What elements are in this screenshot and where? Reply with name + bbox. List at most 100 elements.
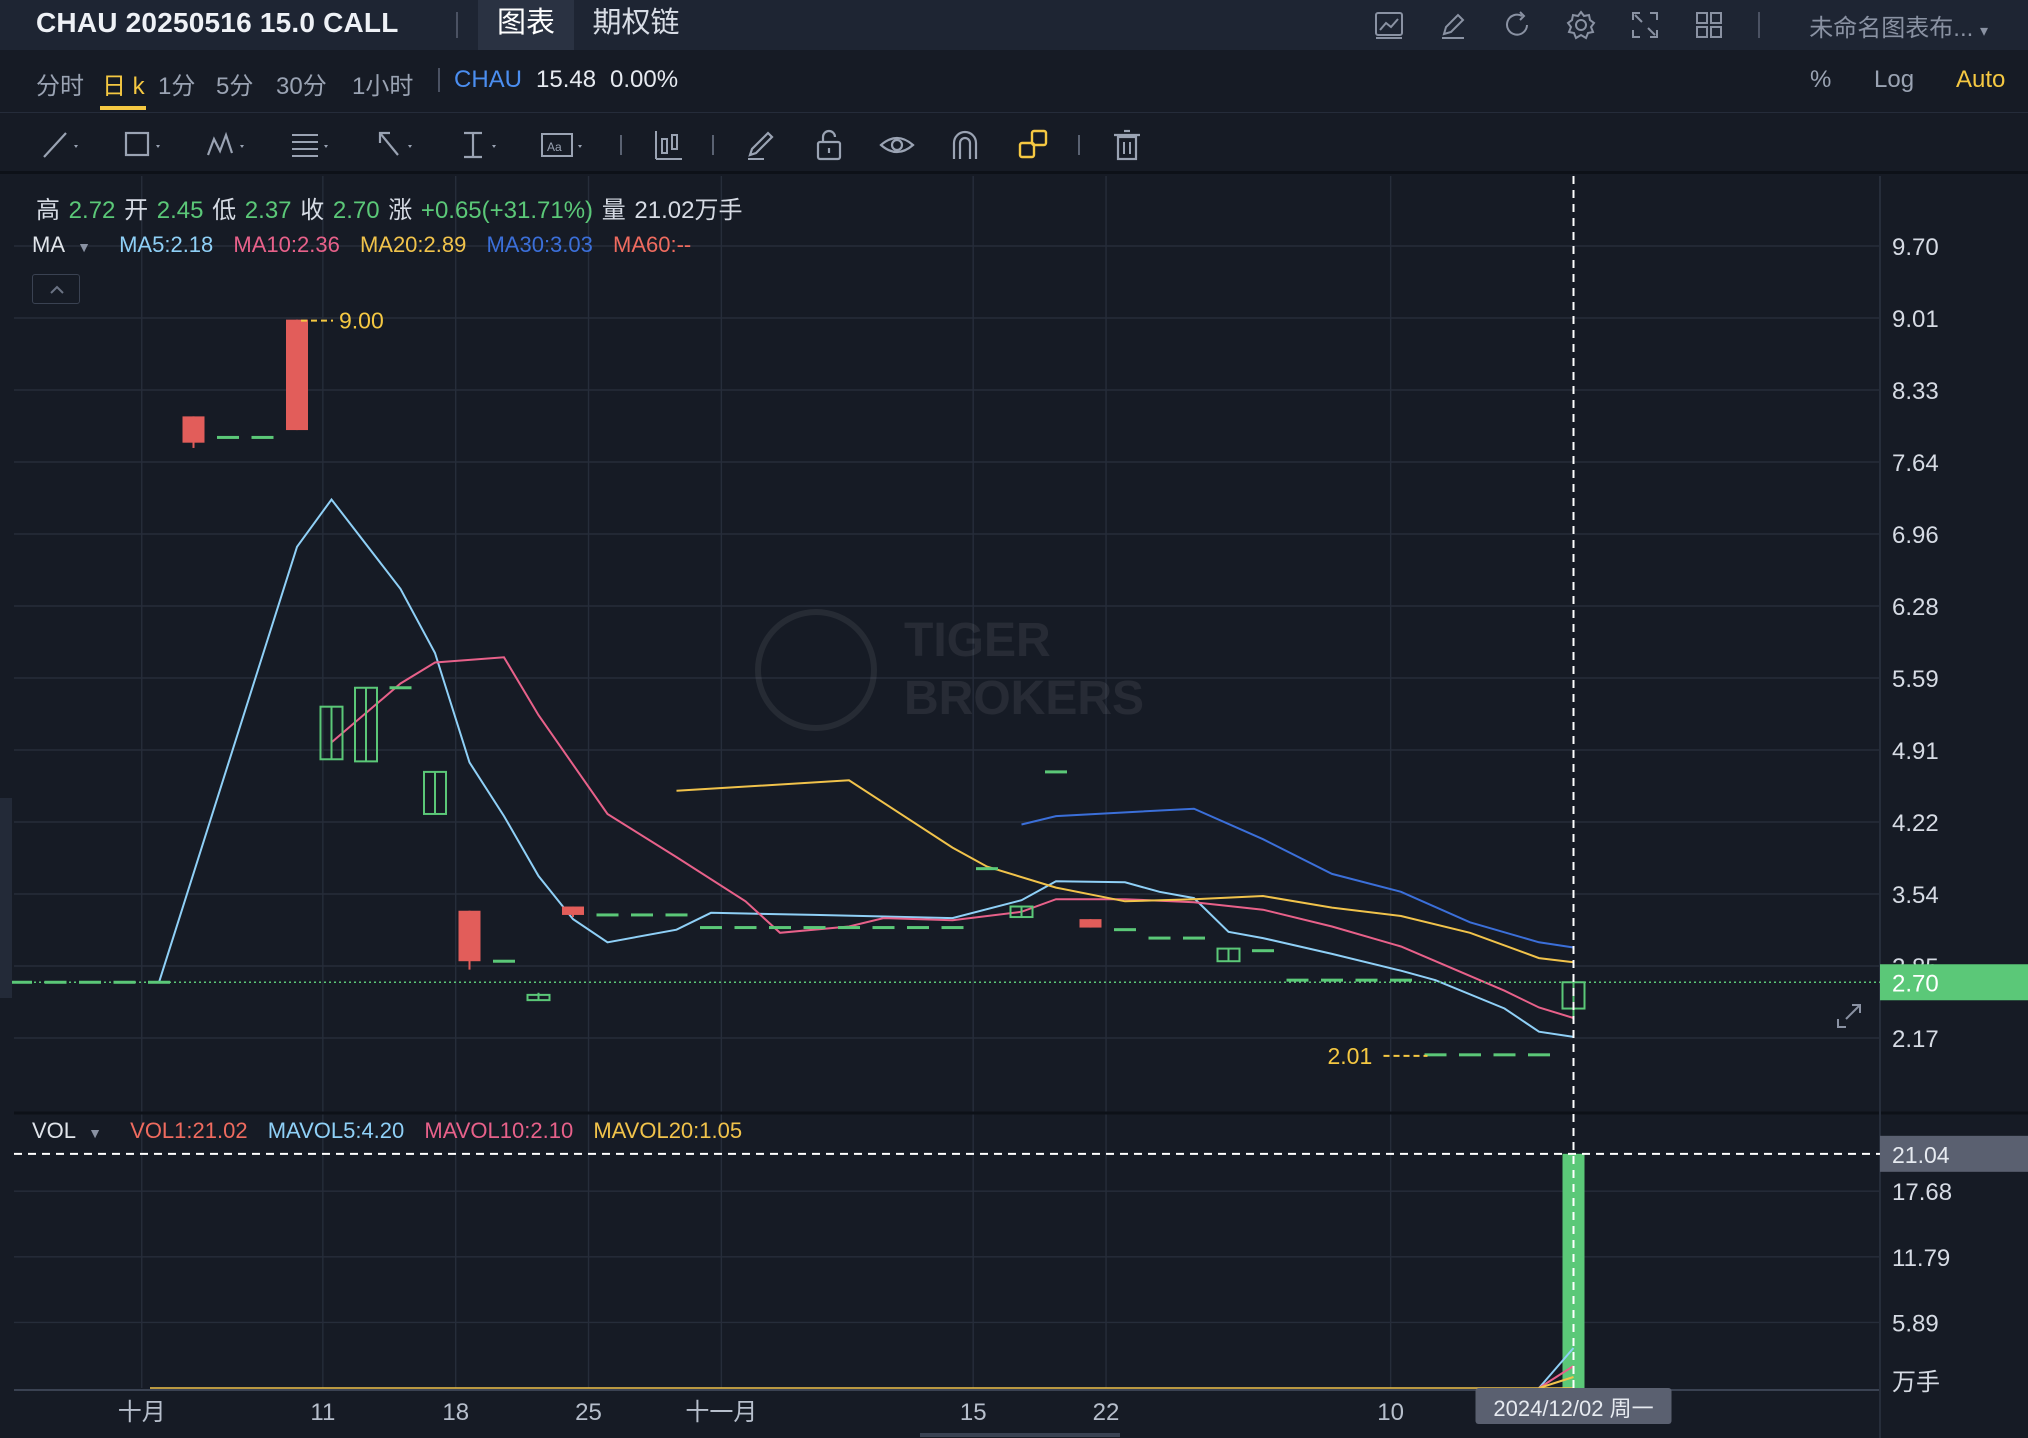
watermark-text: BROKERS <box>904 672 1144 725</box>
candle-body <box>1183 936 1205 940</box>
measure-icon[interactable] <box>456 125 500 165</box>
fullscreen-icon[interactable] <box>1628 8 1662 42</box>
candle-body <box>1252 949 1274 953</box>
ma20-line <box>676 779 1574 964</box>
lock-icon[interactable] <box>808 125 852 165</box>
eye-icon[interactable] <box>876 125 920 165</box>
candle-body <box>734 926 757 930</box>
pencil-icon[interactable] <box>1436 8 1470 42</box>
candle-body <box>1390 978 1412 982</box>
low-label: 低 <box>212 197 237 224</box>
ma-indicator-name[interactable]: MA <box>32 232 65 257</box>
compare-change: 0.00% <box>610 66 679 93</box>
change-value: +0.65(+31.71%) <box>420 197 594 224</box>
open-value: 2.45 <box>156 197 204 224</box>
candle-body <box>217 435 239 439</box>
volume-axis-label: 5.89 <box>1892 1310 1939 1337</box>
volume-legend[interactable]: VOL ▼ VOL1:21.02 MAVOL5:4.20 MAVOL10:2.1… <box>32 1118 742 1144</box>
drawing-toolbar: Aa <box>0 112 2028 174</box>
arrow-icon[interactable] <box>372 125 416 165</box>
candle-body <box>286 319 308 431</box>
crosshair-date-label: 2024/12/02 周一 <box>1493 1396 1653 1421</box>
candle-body <box>251 435 274 439</box>
period-daily[interactable]: 日 k <box>102 66 145 101</box>
log-scale-toggle[interactable]: Log <box>1874 66 1914 94</box>
volume-axis-label: 17.68 <box>1892 1179 1952 1206</box>
layout-name-dropdown[interactable]: 未命名图表布... ▾ <box>1809 8 1988 43</box>
gear-icon[interactable] <box>1564 8 1598 42</box>
layout-name: 未命名图表布... <box>1809 15 1974 42</box>
refresh-icon[interactable] <box>1500 8 1534 42</box>
price-axis-label: 2.17 <box>1892 1026 1939 1053</box>
current-price-label: 2.70 <box>1892 970 1939 997</box>
toolbar-divider <box>1078 135 1080 155</box>
vol-indicator-name[interactable]: VOL <box>32 1118 76 1143</box>
tab-chart[interactable]: 图表 <box>478 0 574 50</box>
candle-body <box>389 686 412 690</box>
volume-label: 量 <box>601 197 626 224</box>
watermark-logo <box>755 609 877 731</box>
tab-option-chain[interactable]: 期权链 <box>582 0 690 50</box>
time-axis-label: 十月 <box>118 1399 166 1426</box>
header-divider <box>456 12 458 38</box>
app-root: CHAU 20250516 15.0 CALL 图表 期权链 未命名图表布...… <box>0 0 2028 1438</box>
compare-symbol[interactable]: CHAU <box>454 66 522 94</box>
volume-unit-label: 万手 <box>1892 1369 1940 1396</box>
period-1hour[interactable]: 1小时 <box>352 66 413 101</box>
side-panel-handle[interactable] <box>0 798 12 998</box>
indicator-icon[interactable] <box>648 125 692 165</box>
candle-body <box>769 926 791 930</box>
price-axis-label: 5.59 <box>1892 666 1939 693</box>
period-30min[interactable]: 30分 <box>276 66 327 101</box>
candle-body <box>872 926 895 930</box>
candle-body <box>1493 1053 1516 1057</box>
candle-body <box>493 959 515 963</box>
volume-axis-label: 11.79 <box>1892 1245 1950 1272</box>
link-icon[interactable] <box>1012 125 1056 165</box>
auto-scale-toggle[interactable]: Auto <box>1956 66 2005 94</box>
title-bar: CHAU 20250516 15.0 CALL 图表 期权链 未命名图表布...… <box>0 0 2028 50</box>
time-axis-label: 10 <box>1377 1399 1404 1426</box>
trash-icon[interactable] <box>1106 125 1150 165</box>
collapse-legend-button[interactable] <box>32 274 80 304</box>
candle-body <box>1424 1053 1447 1057</box>
text-icon[interactable]: Aa <box>540 125 584 165</box>
ma30-value: MA30:3.03 <box>486 232 593 257</box>
close-label: 收 <box>300 197 325 224</box>
chevron-up-icon <box>50 285 64 294</box>
crosshair-value-label: 21.04 <box>1892 1142 1950 1168</box>
chart-area[interactable]: 9.70 9.01 8.33 7.64 6.96 6.28 5.59 4.91 4.22 3.54… <box>0 176 2028 1438</box>
ma-legend[interactable]: MA ▼ MA5:2.18 MA10:2.36 MA20:2.89 MA30:3… <box>32 232 691 258</box>
high-value: 2.72 <box>68 197 116 224</box>
vol1-value: VOL1:21.02 <box>130 1118 248 1143</box>
time-axis-label: 18 <box>442 1399 469 1426</box>
chart-line-icon[interactable] <box>1372 8 1406 42</box>
rectangle-icon[interactable] <box>120 125 164 165</box>
candlestick-chart[interactable]: 9.70 9.01 8.33 7.64 6.96 6.28 5.59 4.91 4.22 3.54… <box>0 176 2028 1438</box>
caret-down-icon[interactable]: ▼ <box>77 239 91 255</box>
period-5min[interactable]: 5分 <box>216 66 253 101</box>
ma30-line <box>1021 807 1574 949</box>
period-intraday[interactable]: 分时 <box>36 66 84 101</box>
magnet-icon[interactable] <box>944 125 988 165</box>
candle-body <box>631 913 653 917</box>
brush-icon[interactable] <box>740 125 784 165</box>
toolbar-divider <box>712 135 714 155</box>
ma20-value: MA20:2.89 <box>359 232 467 257</box>
caret-down-icon[interactable]: ▼ <box>88 1125 102 1141</box>
max-marker-label: 9.00 <box>339 308 384 334</box>
trend-line-icon[interactable] <box>38 125 82 165</box>
candle-body <box>803 926 826 930</box>
pattern-icon[interactable] <box>204 125 248 165</box>
high-label: 高 <box>36 197 60 224</box>
layout-grid-icon[interactable] <box>1692 8 1726 42</box>
fib-icon[interactable] <box>288 125 332 165</box>
percent-scale-toggle[interactable]: % <box>1810 66 1831 94</box>
price-axis-label: 9.01 <box>1892 306 1939 333</box>
price-axis-label: 7.64 <box>1892 450 1939 477</box>
volume-value: 21.02万手 <box>634 197 743 224</box>
period-1min[interactable]: 1分 <box>158 66 195 101</box>
mavol5-value: MAVOL5:4.20 <box>267 1118 405 1143</box>
price-axis-label: 4.22 <box>1892 810 1939 837</box>
candle-body <box>1459 1053 1481 1057</box>
